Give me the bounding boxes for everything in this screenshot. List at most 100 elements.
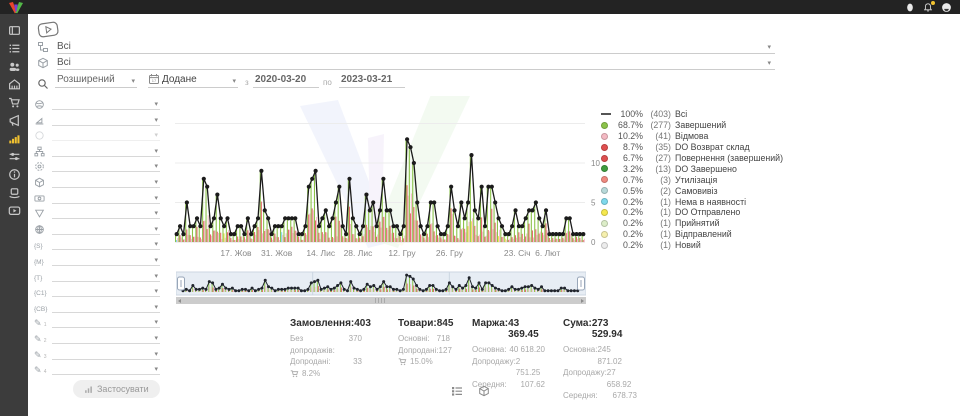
filter-dropdown[interactable]: ▾ [52, 363, 160, 375]
filter-dropdown[interactable]: ▾ [52, 98, 160, 110]
product-filter[interactable]: Всі ▾ [57, 56, 775, 70]
search-mode-value: Розширений [55, 74, 131, 87]
search-mode-select[interactable]: Розширений ▾ [55, 72, 137, 88]
scroll-right-icon[interactable] [581, 299, 584, 303]
filter-row-slope[interactable]: ▾ [30, 114, 160, 126]
filter-row-sitemap[interactable]: ▾ [30, 145, 160, 157]
filter-row-funnel[interactable]: ▾ [30, 207, 160, 219]
legend-item[interactable]: 0.5%(2)Самовивіз [601, 185, 783, 196]
filter-row-pencil2[interactable]: ✎2▾ [30, 332, 160, 344]
filter-dropdown[interactable]: ▾ [52, 145, 160, 157]
filter-row-pencil4[interactable]: ✎4▾ [30, 363, 160, 375]
legend-count: (1) [643, 229, 671, 239]
legend-item[interactable]: 0.2%(1)Нема в наявності [601, 196, 783, 207]
stat-sub-row: Допродажу:2 751.25 [472, 356, 545, 379]
legend-dot-marker [601, 144, 614, 151]
stat-sub-row: Основні:718 [398, 333, 450, 345]
filter-dropdown[interactable]: ▾ [52, 207, 160, 219]
search-icon[interactable] [36, 75, 49, 92]
nav-sidebar [0, 14, 28, 416]
filter-dropdown[interactable]: ▾ [52, 332, 160, 344]
legend-item[interactable]: 8.7%(35)DO Возврат склад [601, 142, 783, 153]
sidebar-item-analytics[interactable] [5, 132, 23, 145]
date-field-select[interactable]: 17 Додане ▾ [148, 72, 238, 88]
stat-column-2: Товари:845Основні:718Допродані:12715.0% [398, 318, 450, 368]
legend-item[interactable]: 10.2%(41)Відмова [601, 131, 783, 142]
sidebar-item-marketing[interactable] [5, 114, 23, 127]
filter-row-world[interactable]: ▾ [30, 98, 160, 110]
category-filter[interactable]: Всі ▾ [57, 40, 775, 54]
legend-item[interactable]: 3.2%(13)DO Завершено [601, 163, 783, 174]
filter-dropdown[interactable]: ▾ [52, 223, 160, 235]
range-navigator[interactable] [176, 271, 586, 296]
sidebar-item-settings[interactable] [5, 150, 23, 163]
cube-view-icon[interactable] [478, 384, 490, 402]
user-icon[interactable] [905, 2, 915, 13]
sidebar-item-video[interactable] [5, 204, 23, 217]
nav-handle-right[interactable] [578, 277, 585, 290]
legend-count: (2) [643, 186, 671, 196]
filter-dropdown[interactable]: ▾ [52, 301, 160, 313]
sidebar-item-cart[interactable] [5, 96, 23, 109]
filter-row-pencil3[interactable]: ✎3▾ [30, 348, 160, 360]
filter-dropdown[interactable]: ▾ [52, 192, 160, 204]
filter-dropdown[interactable]: ▾ [52, 114, 160, 126]
view-toggles [451, 384, 490, 402]
legend-item[interactable]: 0.2%(1)DO Отправлено [601, 207, 783, 218]
chevron-down-icon: ▾ [154, 288, 158, 295]
chart-scrollbar[interactable] [176, 297, 586, 304]
filter-row-cb[interactable]: {CB}▾ [30, 301, 160, 313]
scrollbar-grip[interactable] [375, 298, 387, 303]
legend-dot-marker [601, 220, 614, 227]
legend-item[interactable]: 0.7%(3)Утилізація [601, 174, 783, 185]
upsell-share-badge: 15.0% [398, 356, 450, 368]
notification-badge [930, 0, 936, 6]
sidebar-item-customers[interactable] [5, 60, 23, 73]
bell-icon[interactable] [923, 2, 933, 13]
filter-dropdown[interactable]: ▾ [52, 129, 160, 141]
legend-item[interactable]: 0.2%(1)Новий [601, 240, 783, 251]
legend-item[interactable]: 68.7%(277)Завершений [601, 120, 783, 131]
x-axis-tick: 12. Гру [388, 248, 416, 258]
filter-row-pencil1[interactable]: ✎1▾ [30, 316, 160, 328]
legend-percent: 0.2% [614, 229, 643, 239]
filter-dropdown[interactable]: ▾ [52, 254, 160, 266]
sidebar-item-info[interactable] [5, 168, 23, 181]
legend-item[interactable]: 0.2%(1)Прийнятий [601, 218, 783, 229]
legend-count: (1) [643, 218, 671, 228]
scroll-left-icon[interactable] [178, 299, 181, 303]
nav-handle-left[interactable] [178, 277, 185, 290]
sidebar-item-store[interactable] [5, 78, 23, 91]
legend-item[interactable]: 100%(403)Всі [601, 109, 783, 120]
filter-row-fingerprint[interactable]: ▾ [30, 160, 160, 172]
date-to-input[interactable]: 2023-03-21 [339, 72, 405, 88]
token-icon: {T} [30, 275, 52, 282]
filter-dropdown[interactable]: ▾ [52, 316, 160, 328]
filter-dropdown[interactable]: ▾ [52, 238, 160, 250]
filter-row-banknote[interactable]: ▾ [30, 192, 160, 204]
brand-logo[interactable] [8, 1, 24, 19]
filter-dropdown[interactable]: ▾ [52, 270, 160, 282]
filter-dropdown[interactable]: ▾ [52, 285, 160, 297]
list-view-icon[interactable] [451, 384, 463, 402]
orders-chart[interactable]: 051017. Жов31. Жов14. Лис28. Лис12. Гру2… [170, 96, 610, 266]
filter-dropdown[interactable]: ▾ [52, 176, 160, 188]
sidebar-item-dashboard[interactable] [5, 24, 23, 37]
sidebar-item-products[interactable] [5, 186, 23, 199]
sidebar-item-orders[interactable] [5, 42, 23, 55]
date-from-input[interactable]: 2020-03-20 [253, 72, 319, 88]
filter-row-m[interactable]: {M}▾ [30, 254, 160, 266]
filter-dropdown[interactable]: ▾ [52, 160, 160, 172]
filter-row-globe[interactable]: ▾ [30, 223, 160, 235]
filter-row-s[interactable]: {S}▾ [30, 238, 160, 250]
apply-button[interactable]: Застосувати [73, 380, 160, 398]
filter-row-c1[interactable]: {C1}▾ [30, 285, 160, 297]
filter-row-t[interactable]: {T}▾ [30, 270, 160, 282]
avatar-icon[interactable] [941, 2, 952, 13]
filter-row-circle[interactable]: ▾ [30, 129, 160, 141]
filter-dropdown[interactable]: ▾ [52, 348, 160, 360]
legend-item[interactable]: 0.2%(1)Відправлений [601, 229, 783, 240]
legend-item[interactable]: 6.7%(27)Повернення (завершений) [601, 153, 783, 164]
filter-row-cube[interactable]: ▾ [30, 176, 160, 188]
chevron-down-icon: ▾ [154, 117, 158, 124]
